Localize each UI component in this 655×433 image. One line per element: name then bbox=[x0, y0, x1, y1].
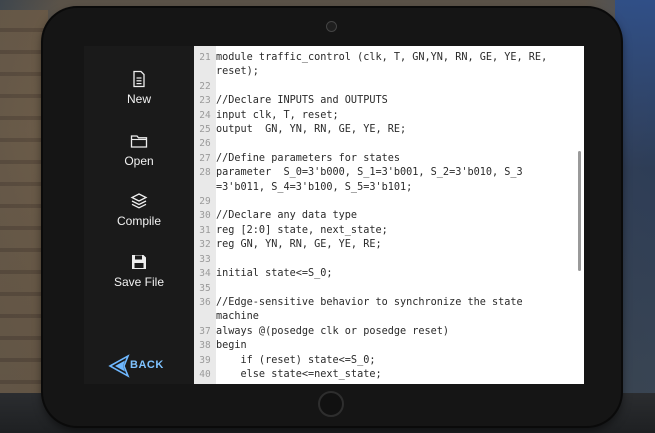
save-icon bbox=[132, 255, 146, 269]
line-number: 23 bbox=[199, 95, 211, 107]
code-line[interactable]: 24 input clk, T, reset; bbox=[194, 109, 572, 123]
compile-label: Compile bbox=[116, 214, 161, 228]
new-file-icon bbox=[133, 70, 145, 88]
save-file-button[interactable]: Save File bbox=[84, 253, 194, 289]
code-text: if (reset) state<=S_0; bbox=[216, 354, 376, 366]
editor-scrollbar[interactable] bbox=[578, 151, 581, 271]
code-line[interactable]: 23 //Declare INPUTS and OUTPUTS bbox=[194, 94, 572, 108]
code-line[interactable]: 34 initial state<=S_0; bbox=[194, 267, 572, 281]
code-line[interactable]: machine bbox=[194, 310, 572, 324]
line-number: 34 bbox=[199, 268, 211, 280]
building-left bbox=[0, 10, 48, 400]
tablet-device: New Open Compile Save File BACK 21 modul… bbox=[43, 8, 621, 426]
compile-button[interactable]: Compile bbox=[84, 192, 194, 228]
line-number bbox=[194, 181, 216, 195]
code-text: module traffic_control (clk, T, GN,YN, R… bbox=[216, 52, 548, 63]
line-number: 39 bbox=[199, 354, 211, 366]
code-editor[interactable]: 21 module traffic_control (clk, T, GN,YN,… bbox=[194, 46, 584, 384]
new-label: New bbox=[126, 92, 151, 106]
code-text: parameter S_0=3'b000, S_1=3'b001, S_2=3'… bbox=[216, 167, 523, 179]
code-line[interactable]: 25 output GN, YN, RN, GE, YE, RE; bbox=[194, 123, 572, 137]
code-line[interactable]: 38 begin bbox=[194, 339, 572, 353]
line-number: 36 bbox=[199, 296, 211, 308]
back-label: BACK bbox=[130, 359, 164, 371]
code-text: else state<=next_state; bbox=[216, 368, 382, 380]
line-number bbox=[194, 65, 216, 79]
open-button[interactable]: Open bbox=[84, 132, 194, 168]
code-line[interactable]: 22 bbox=[194, 80, 572, 94]
code-text: machine bbox=[216, 311, 259, 323]
code-line[interactable]: 39 if (reset) state<=S_0; bbox=[194, 354, 572, 368]
line-number: 28 bbox=[199, 167, 211, 179]
code-line[interactable]: 31 reg [2:0] state, next_state; bbox=[194, 224, 572, 238]
line-number: 31 bbox=[199, 224, 211, 236]
new-button[interactable]: New bbox=[84, 70, 194, 106]
code-line[interactable]: 28 parameter S_0=3'b000, S_1=3'b001, S_2=… bbox=[194, 166, 572, 180]
code-text: initial state<=S_0; bbox=[216, 268, 333, 280]
line-number bbox=[194, 310, 216, 324]
code-line[interactable]: 37 always @(posedge clk or posedge reset) bbox=[194, 325, 572, 339]
line-number: 33 bbox=[199, 253, 211, 265]
line-number: 24 bbox=[199, 109, 211, 121]
code-line[interactable]: 27 //Define parameters for states bbox=[194, 152, 572, 166]
line-number: 32 bbox=[199, 239, 211, 251]
code-text: //Define parameters for states bbox=[216, 152, 401, 164]
home-button[interactable] bbox=[318, 391, 344, 417]
line-number: 29 bbox=[199, 196, 211, 208]
building-right bbox=[615, 0, 655, 420]
line-number: 25 bbox=[199, 124, 211, 136]
line-number: 30 bbox=[199, 210, 211, 222]
folder-icon bbox=[130, 135, 148, 148]
line-number: 27 bbox=[199, 152, 211, 164]
code-line[interactable]: =3'b011, S_4=3'b100, S_5=3'b101; bbox=[194, 181, 572, 195]
code-text: always @(posedge clk or posedge reset) bbox=[216, 325, 450, 337]
line-number: 21 bbox=[199, 52, 211, 63]
code-text: begin bbox=[216, 340, 247, 352]
line-number: 38 bbox=[199, 340, 211, 352]
camera-icon bbox=[326, 21, 337, 32]
sidebar: New Open Compile Save File BACK bbox=[84, 46, 194, 384]
tablet-screen: New Open Compile Save File BACK 21 modul… bbox=[84, 46, 584, 384]
line-number: 22 bbox=[199, 80, 211, 92]
code-text: output GN, YN, RN, GE, YE, RE; bbox=[216, 124, 407, 136]
code-line[interactable]: 36 //Edge-sensitive behavior to synchroni… bbox=[194, 296, 572, 310]
code-line[interactable]: 21 module traffic_control (clk, T, GN,YN,… bbox=[194, 51, 572, 65]
code-text: input clk, T, reset; bbox=[216, 109, 339, 121]
open-label: Open bbox=[124, 154, 154, 168]
code-line[interactable]: 29 bbox=[194, 195, 572, 209]
code-line[interactable]: 26 bbox=[194, 137, 572, 151]
code-line[interactable]: 40 else state<=next_state; bbox=[194, 368, 572, 382]
code-text: //Declare INPUTS and OUTPUTS bbox=[216, 95, 388, 107]
code-text: reg GN, YN, RN, GE, YE, RE; bbox=[216, 239, 382, 251]
code-text: //Declare any data type bbox=[216, 210, 358, 222]
code-line[interactable]: reset); bbox=[194, 65, 572, 79]
code-line[interactable]: 30 //Declare any data type bbox=[194, 209, 572, 223]
line-number: 37 bbox=[199, 325, 211, 337]
code-line[interactable]: 33 bbox=[194, 253, 572, 267]
code-line[interactable]: 32 reg GN, YN, RN, GE, YE, RE; bbox=[194, 238, 572, 252]
compile-icon bbox=[130, 193, 148, 209]
save-file-label: Save File bbox=[113, 275, 165, 289]
line-number: 40 bbox=[199, 368, 211, 380]
code-text: =3'b011, S_4=3'b100, S_5=3'b101; bbox=[216, 181, 413, 193]
code-content[interactable]: 21 module traffic_control (clk, T, GN,YN,… bbox=[194, 51, 572, 382]
line-number: 26 bbox=[199, 138, 211, 150]
code-text: //Edge-sensitive behavior to synchronize… bbox=[216, 296, 523, 308]
line-number: 35 bbox=[199, 282, 211, 294]
code-line[interactable]: 35 bbox=[194, 282, 572, 296]
back-button[interactable]: BACK bbox=[108, 354, 178, 378]
code-text: reset); bbox=[216, 66, 259, 78]
code-text: reg [2:0] state, next_state; bbox=[216, 224, 388, 236]
